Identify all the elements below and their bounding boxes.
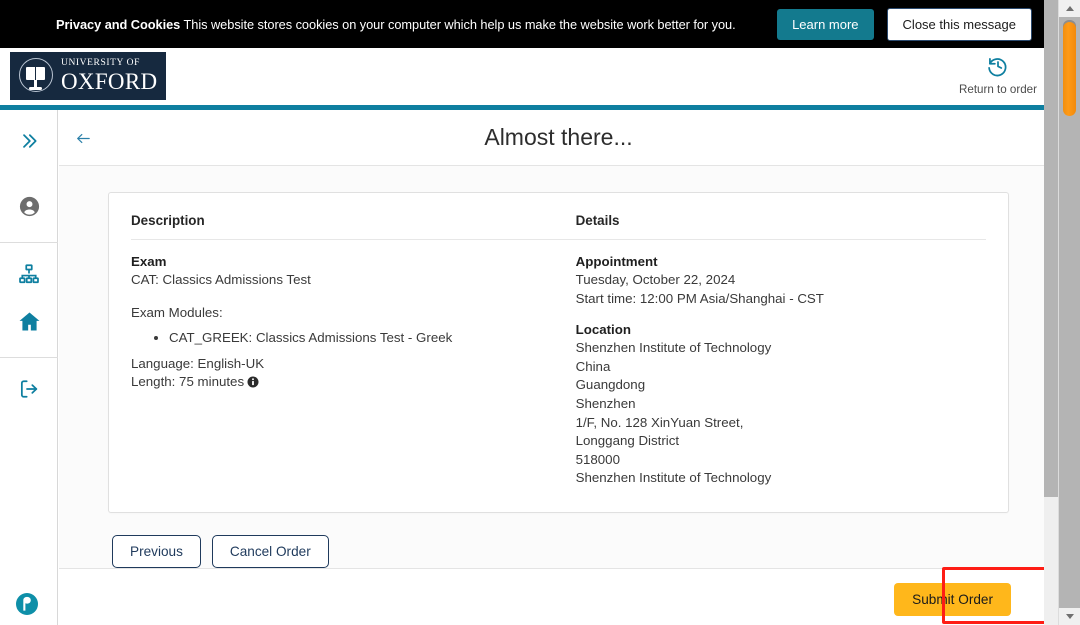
app-root: Privacy and Cookies This website stores … bbox=[0, 0, 1080, 625]
cookie-banner: Privacy and Cookies This website stores … bbox=[0, 0, 1058, 48]
location-line: China bbox=[576, 358, 986, 377]
navigation-button-row: Previous Cancel Order bbox=[112, 535, 1058, 568]
location-line: Shenzhen Institute of Technology bbox=[576, 339, 986, 358]
oxford-crest-icon bbox=[18, 56, 54, 96]
appointment-time: Start time: 12:00 PM Asia/Shanghai - CST bbox=[576, 290, 986, 309]
scroll-down-button[interactable] bbox=[1059, 608, 1080, 625]
triangle-down-icon bbox=[1066, 614, 1074, 619]
details-header-divider bbox=[576, 239, 986, 240]
sidebar-item-org-chart[interactable] bbox=[0, 252, 58, 300]
sidebar-item-expand-menu[interactable] bbox=[0, 119, 58, 167]
cookie-banner-text: Privacy and Cookies This website stores … bbox=[56, 17, 777, 32]
order-summary-card: Description Exam CAT: Classics Admission… bbox=[108, 192, 1009, 513]
location-line: Shenzhen bbox=[576, 395, 986, 414]
page-title: Almost there... bbox=[59, 124, 1058, 151]
exam-length: Length: 75 minutes bbox=[131, 373, 576, 394]
description-column: Description Exam CAT: Classics Admission… bbox=[131, 213, 576, 488]
history-restore-icon bbox=[987, 64, 1009, 81]
exam-label: Exam bbox=[131, 254, 576, 269]
cookie-banner-message: This website stores cookies on your comp… bbox=[180, 17, 735, 32]
pearson-logo[interactable] bbox=[15, 592, 39, 616]
main-content: Almost there... Description Exam CAT: Cl… bbox=[59, 110, 1058, 625]
return-to-order-button[interactable]: Return to order bbox=[952, 55, 1044, 96]
description-column-header: Description bbox=[131, 213, 576, 239]
sidebar bbox=[0, 110, 58, 625]
main-body: Description Exam CAT: Classics Admission… bbox=[59, 166, 1058, 568]
appointment-date: Tuesday, October 22, 2024 bbox=[576, 271, 986, 290]
exam-modules-list: CAT_GREEK: Classics Admissions Test - Gr… bbox=[131, 329, 576, 348]
brand-header: UNIVERSITY OF OXFORD Return to order bbox=[0, 48, 1058, 105]
main-footer: Submit Order bbox=[59, 568, 1058, 625]
location-line: 1/F, No. 128 XinYuan Street, bbox=[576, 414, 986, 433]
return-to-order-label: Return to order bbox=[952, 83, 1044, 96]
inner-scrollbar[interactable] bbox=[1044, 0, 1058, 625]
learn-more-button[interactable]: Learn more bbox=[777, 9, 873, 40]
page-scrollbar-thumb[interactable] bbox=[1063, 22, 1076, 116]
close-message-button[interactable]: Close this message bbox=[887, 8, 1032, 41]
description-header-divider bbox=[131, 239, 576, 240]
appointment-label: Appointment bbox=[576, 254, 986, 269]
sidebar-item-account[interactable] bbox=[0, 185, 58, 233]
triangle-up-icon bbox=[1066, 6, 1074, 11]
oxford-logo[interactable]: UNIVERSITY OF OXFORD bbox=[10, 52, 166, 100]
chevron-double-right-icon bbox=[19, 131, 39, 156]
account-circle-icon bbox=[18, 195, 41, 223]
home-icon bbox=[18, 310, 41, 338]
submit-order-button[interactable]: Submit Order bbox=[894, 583, 1011, 616]
cookie-banner-heading: Privacy and Cookies bbox=[56, 17, 180, 32]
header-accent-rule bbox=[0, 105, 1058, 110]
previous-button[interactable]: Previous bbox=[112, 535, 201, 568]
oxford-logo-line2: OXFORD bbox=[61, 70, 157, 93]
sidebar-item-home[interactable] bbox=[0, 300, 58, 348]
location-label: Location bbox=[576, 322, 986, 337]
exam-modules-label: Exam Modules: bbox=[131, 304, 576, 323]
sidebar-item-logout[interactable] bbox=[0, 367, 58, 415]
exam-length-text: Length: 75 minutes bbox=[131, 374, 244, 389]
scroll-up-button[interactable] bbox=[1059, 0, 1080, 17]
exam-name: CAT: Classics Admissions Test bbox=[131, 271, 576, 290]
exam-language: Language: English-UK bbox=[131, 355, 576, 374]
location-line: 518000 bbox=[576, 451, 986, 470]
sitemap-icon bbox=[18, 263, 40, 290]
cancel-order-button[interactable]: Cancel Order bbox=[212, 535, 329, 568]
info-circle-icon[interactable] bbox=[247, 375, 259, 394]
page-scrollbar[interactable] bbox=[1058, 0, 1080, 625]
details-column: Details Appointment Tuesday, October 22,… bbox=[576, 213, 986, 488]
logout-icon bbox=[18, 378, 40, 405]
location-line: Shenzhen Institute of Technology bbox=[576, 469, 986, 488]
details-column-header: Details bbox=[576, 213, 986, 239]
location-line: Longgang District bbox=[576, 432, 986, 451]
list-item: CAT_GREEK: Classics Admissions Test - Gr… bbox=[169, 329, 576, 348]
oxford-logo-line1: UNIVERSITY OF bbox=[61, 59, 157, 69]
main-header: Almost there... bbox=[59, 110, 1058, 166]
location-line: Guangdong bbox=[576, 376, 986, 395]
oxford-logo-text: UNIVERSITY OF OXFORD bbox=[61, 59, 157, 94]
